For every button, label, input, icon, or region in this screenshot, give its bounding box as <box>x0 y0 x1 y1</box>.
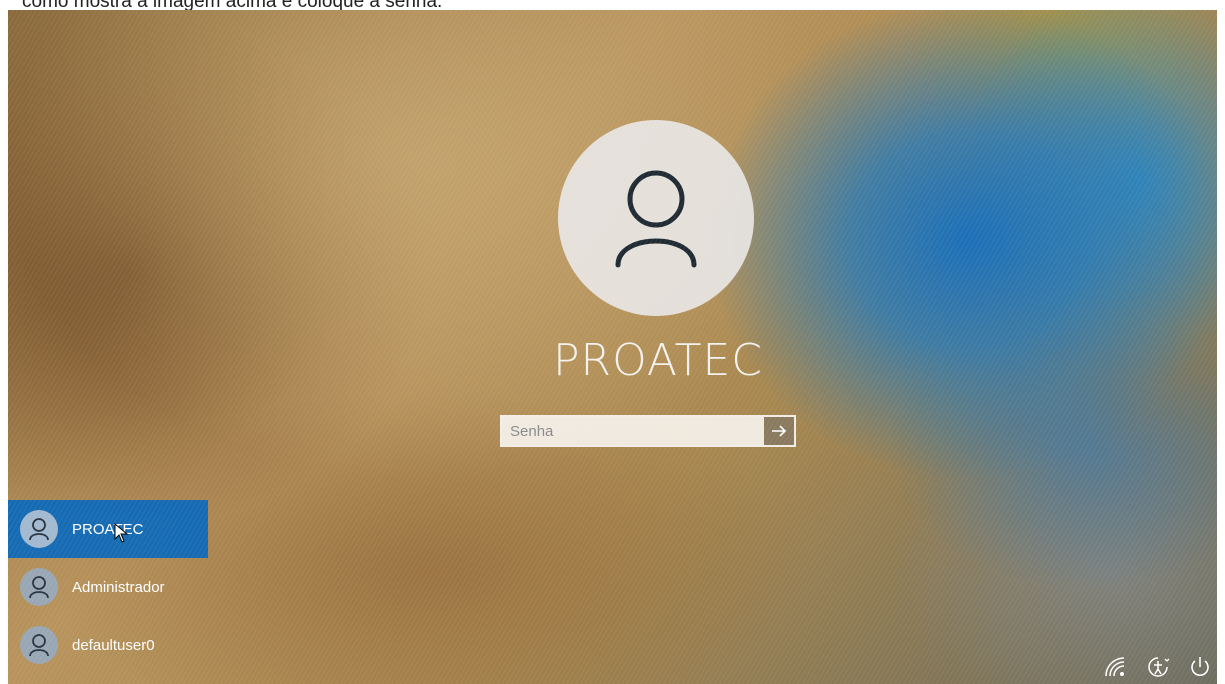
account-name: PROATEC <box>552 335 764 386</box>
submit-button[interactable] <box>764 417 794 445</box>
lock-screen: PROATEC PROATEC Administrador defaultuse… <box>8 10 1217 684</box>
user-avatar-small <box>20 510 58 548</box>
user-avatar-large <box>558 120 754 316</box>
user-avatar-small <box>20 626 58 664</box>
user-icon <box>29 518 49 541</box>
user-item-administrador[interactable]: Administrador <box>8 558 208 616</box>
network-icon <box>1105 657 1125 677</box>
user-item-proatec[interactable]: PROATEC <box>8 500 208 558</box>
user-item-label: defaultuser0 <box>72 636 155 654</box>
user-icon <box>615 170 697 268</box>
user-item-defaultuser0[interactable]: defaultuser0 <box>8 616 208 674</box>
user-switcher-list: PROATEC Administrador defaultuser0 <box>8 500 208 674</box>
user-item-label: Administrador <box>72 578 165 596</box>
user-icon <box>29 634 49 657</box>
accessibility-icon <box>1148 657 1170 677</box>
power-icon <box>1191 657 1209 676</box>
mouse-cursor-icon <box>114 523 128 543</box>
network-button[interactable] <box>1103 654 1129 680</box>
ease-of-access-button[interactable] <box>1145 654 1171 680</box>
user-avatar-small <box>20 568 58 606</box>
user-item-label: PROATEC <box>72 520 144 538</box>
password-input[interactable] <box>502 417 764 445</box>
user-icon <box>29 576 49 599</box>
power-button[interactable] <box>1187 654 1213 680</box>
password-box <box>500 415 796 447</box>
arrow-right-icon <box>772 425 787 437</box>
system-tray <box>1103 654 1213 680</box>
